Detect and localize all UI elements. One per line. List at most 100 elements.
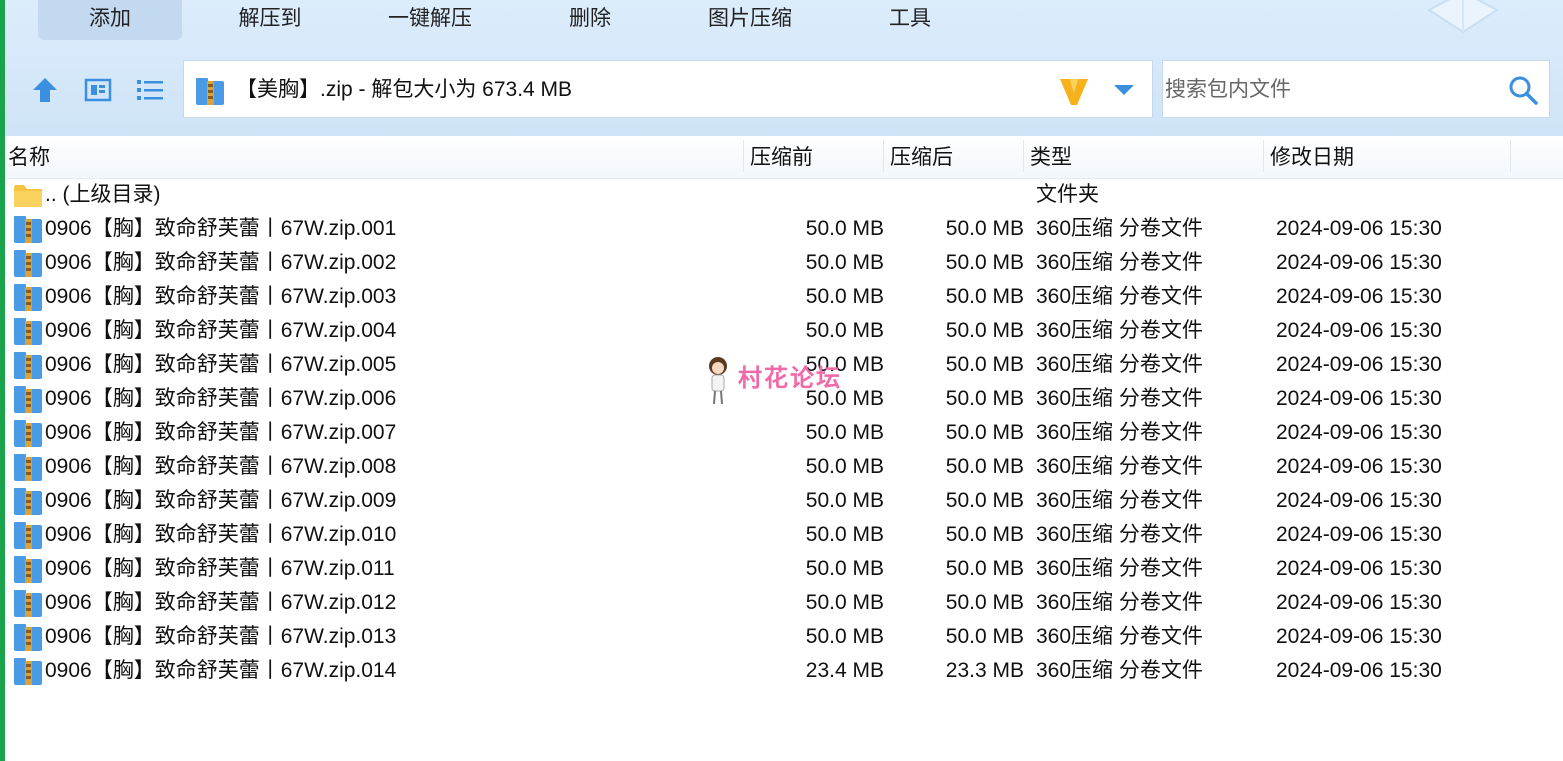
modified-date: 2024-09-06 15:30 <box>1276 217 1442 240</box>
file-row[interactable]: 0906【胸】致命舒芙蕾丨67W.zip.007 50.0 MB 50.0 MB 36… <box>5 416 1563 450</box>
size-after: 50.0 MB <box>945 625 1024 648</box>
file-row[interactable]: 0906【胸】致命舒芙蕾丨67W.zip.013 50.0 MB 50.0 MB 36… <box>5 620 1563 654</box>
file-type: 360压缩 分卷文件 <box>1036 217 1203 240</box>
file-type: 360压缩 分卷文件 <box>1036 421 1203 444</box>
file-type: 360压缩 分卷文件 <box>1036 523 1203 546</box>
modified-date: 2024-09-06 15:30 <box>1276 387 1442 410</box>
search-box <box>1162 60 1550 119</box>
size-after: 50.0 MB <box>945 353 1024 376</box>
file-name: 0906【胸】致命舒芙蕾丨67W.zip.010 <box>45 523 397 546</box>
size-before: 50.0 MB <box>805 557 884 580</box>
column-name[interactable]: 名称 <box>8 136 50 180</box>
size-before: 50.0 MB <box>805 489 884 512</box>
size-after: 50.0 MB <box>945 591 1024 614</box>
file-row[interactable]: 0906【胸】致命舒芙蕾丨67W.zip.012 50.0 MB 50.0 MB 36… <box>5 586 1563 620</box>
size-after: 50.0 MB <box>945 455 1024 478</box>
thumbnail-view-icon[interactable] <box>82 74 114 106</box>
file-name: 0906【胸】致命舒芙蕾丨67W.zip.005 <box>45 353 397 376</box>
size-before: 50.0 MB <box>805 285 884 308</box>
file-type: 360压缩 分卷文件 <box>1036 285 1203 308</box>
archive-icon <box>14 250 42 277</box>
column-type[interactable]: 类型 <box>1030 136 1072 180</box>
arrow-up-icon[interactable] <box>29 74 61 106</box>
size-after: 50.0 MB <box>945 251 1024 274</box>
size-after: 23.3 MB <box>945 659 1024 682</box>
file-type: 文件夹 <box>1036 183 1099 206</box>
size-before: 23.4 MB <box>805 659 884 682</box>
archive-icon <box>14 590 42 617</box>
modified-date: 2024-09-06 15:30 <box>1276 285 1442 308</box>
tab-image-compress[interactable]: 图片压缩 <box>678 0 822 40</box>
modified-date: 2024-09-06 15:30 <box>1276 421 1442 444</box>
file-name: 0906【胸】致命舒芙蕾丨67W.zip.006 <box>45 387 397 410</box>
archive-icon <box>14 624 42 651</box>
menu-bar: 添加 解压到 一键解压 删除 图片压缩 工具 <box>5 0 1563 44</box>
modified-date: 2024-09-06 15:30 <box>1276 659 1442 682</box>
tab-extract-to[interactable]: 解压到 <box>198 0 342 40</box>
file-type: 360压缩 分卷文件 <box>1036 387 1203 410</box>
decorative-logo-icon <box>1427 0 1499 34</box>
column-divider[interactable] <box>1510 140 1511 172</box>
file-type: 360压缩 分卷文件 <box>1036 591 1203 614</box>
modified-date: 2024-09-06 15:30 <box>1276 455 1442 478</box>
file-row[interactable]: 0906【胸】致命舒芙蕾丨67W.zip.003 50.0 MB 50.0 MB 36… <box>5 280 1563 314</box>
column-size-after[interactable]: 压缩后 <box>890 136 953 180</box>
file-name: .. (上级目录) <box>45 183 161 206</box>
column-divider[interactable] <box>1263 140 1264 172</box>
tab-one-click-extract[interactable]: 一键解压 <box>358 0 502 40</box>
column-divider[interactable] <box>743 140 744 172</box>
address-bar[interactable]: 【美胸】.zip - 解包大小为 673.4 MB <box>183 60 1153 118</box>
search-icon[interactable] <box>1507 74 1539 106</box>
file-name: 0906【胸】致命舒芙蕾丨67W.zip.008 <box>45 455 397 478</box>
file-row[interactable]: 0906【胸】致命舒芙蕾丨67W.zip.009 50.0 MB 50.0 MB 36… <box>5 484 1563 518</box>
size-before: 50.0 MB <box>805 455 884 478</box>
column-divider[interactable] <box>883 140 884 172</box>
tab-delete[interactable]: 删除 <box>518 0 662 40</box>
tab-tools[interactable]: 工具 <box>838 0 982 40</box>
modified-date: 2024-09-06 15:30 <box>1276 319 1442 342</box>
v-logo-icon[interactable] <box>1058 75 1090 107</box>
archive-icon <box>14 556 42 583</box>
size-after: 50.0 MB <box>945 285 1024 308</box>
archive-icon <box>14 216 42 243</box>
archive-icon <box>14 352 42 379</box>
file-row[interactable]: 0906【胸】致命舒芙蕾丨67W.zip.001 50.0 MB 50.0 MB 36… <box>5 212 1563 246</box>
search-input[interactable] <box>1163 61 1497 119</box>
size-after: 50.0 MB <box>945 421 1024 444</box>
file-row[interactable]: 0906【胸】致命舒芙蕾丨67W.zip.004 50.0 MB 50.0 MB 36… <box>5 314 1563 348</box>
file-type: 360压缩 分卷文件 <box>1036 455 1203 478</box>
size-before: 50.0 MB <box>805 421 884 444</box>
archive-icon <box>14 522 42 549</box>
file-type: 360压缩 分卷文件 <box>1036 625 1203 648</box>
column-modified-date[interactable]: 修改日期 <box>1270 136 1354 180</box>
archive-icon <box>14 420 42 447</box>
parent-directory-row[interactable]: .. (上级目录) 文件夹 <box>5 178 1563 212</box>
size-before: 50.0 MB <box>805 217 884 240</box>
size-before: 50.0 MB <box>805 251 884 274</box>
file-type: 360压缩 分卷文件 <box>1036 659 1203 682</box>
size-after: 50.0 MB <box>945 387 1024 410</box>
file-type: 360压缩 分卷文件 <box>1036 489 1203 512</box>
file-row[interactable]: 0906【胸】致命舒芙蕾丨67W.zip.002 50.0 MB 50.0 MB 36… <box>5 246 1563 280</box>
size-before: 50.0 MB <box>805 523 884 546</box>
size-after: 50.0 MB <box>945 217 1024 240</box>
file-list: .. (上级目录) 文件夹 0906【胸】致命舒芙蕾丨67W.zip.001 50… <box>5 178 1563 688</box>
chevron-down-icon[interactable] <box>1112 83 1136 97</box>
file-row[interactable]: 0906【胸】致命舒芙蕾丨67W.zip.014 23.4 MB 23.3 MB 36… <box>5 654 1563 688</box>
archive-icon <box>14 318 42 345</box>
file-row[interactable]: 0906【胸】致命舒芙蕾丨67W.zip.011 50.0 MB 50.0 MB 36… <box>5 552 1563 586</box>
toolbar: 添加 解压到 一键解压 删除 图片压缩 工具 【美胸】.zip - 解包大小为 … <box>5 0 1563 136</box>
column-size-before[interactable]: 压缩前 <box>750 136 813 180</box>
file-name: 0906【胸】致命舒芙蕾丨67W.zip.011 <box>45 557 395 580</box>
size-after: 50.0 MB <box>945 523 1024 546</box>
column-divider[interactable] <box>1023 140 1024 172</box>
file-name: 0906【胸】致命舒芙蕾丨67W.zip.003 <box>45 285 397 308</box>
archive-icon <box>14 386 42 413</box>
list-view-icon[interactable] <box>134 74 166 106</box>
tab-add[interactable]: 添加 <box>38 0 182 40</box>
file-row[interactable]: 0906【胸】致命舒芙蕾丨67W.zip.010 50.0 MB 50.0 MB 36… <box>5 518 1563 552</box>
file-name: 0906【胸】致命舒芙蕾丨67W.zip.013 <box>45 625 397 648</box>
file-type: 360压缩 分卷文件 <box>1036 319 1203 342</box>
modified-date: 2024-09-06 15:30 <box>1276 625 1442 648</box>
file-row[interactable]: 0906【胸】致命舒芙蕾丨67W.zip.008 50.0 MB 50.0 MB 36… <box>5 450 1563 484</box>
